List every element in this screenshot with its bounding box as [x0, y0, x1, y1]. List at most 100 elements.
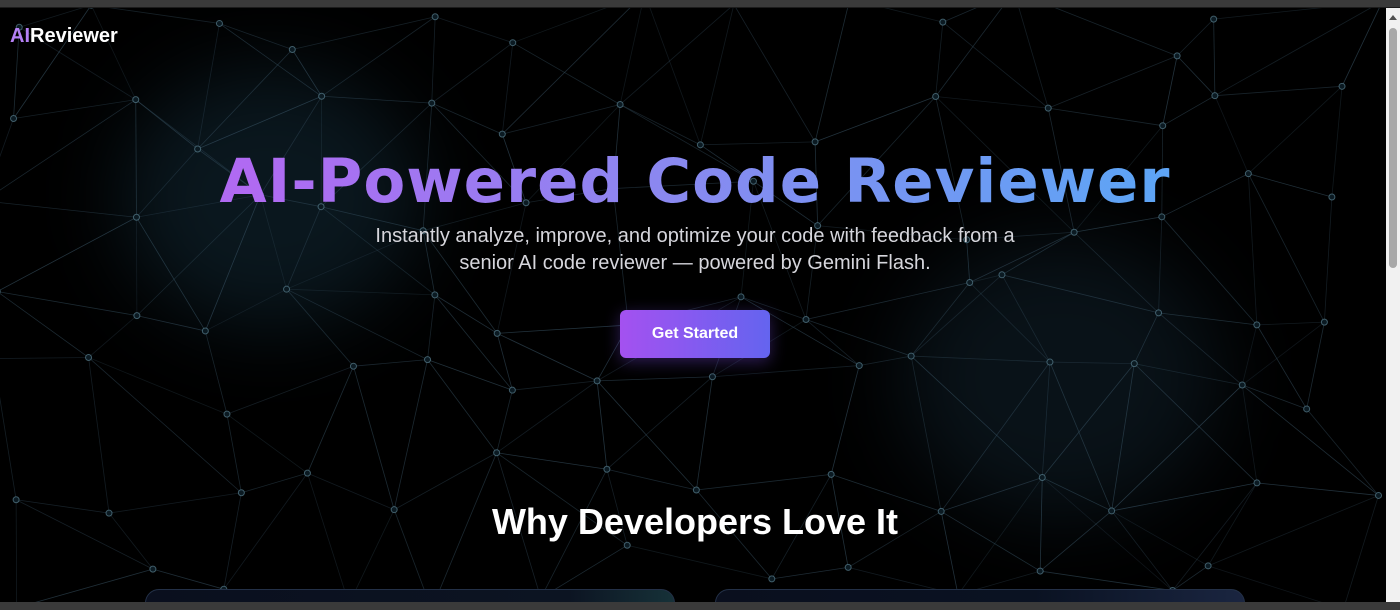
network-line — [1158, 312, 1257, 326]
network-line — [292, 16, 436, 50]
network-line — [88, 357, 228, 415]
network-line — [649, 8, 701, 145]
network-node — [939, 18, 947, 26]
network-node — [593, 377, 601, 385]
network-line — [512, 380, 598, 391]
network-line — [1213, 8, 1323, 20]
network-line — [427, 294, 436, 360]
network-line — [307, 366, 354, 474]
network-line — [1256, 324, 1308, 410]
network-node — [85, 353, 93, 361]
scrollbar-thumb[interactable] — [1389, 28, 1397, 268]
network-line — [619, 104, 701, 146]
network-node — [768, 575, 776, 583]
network-line — [596, 380, 608, 470]
network-node — [1036, 567, 1044, 575]
network-node — [1159, 122, 1167, 130]
network-line — [1048, 107, 1163, 127]
network-line — [13, 99, 136, 119]
network-line — [353, 359, 428, 367]
network-line — [286, 288, 354, 367]
network-node — [737, 293, 745, 301]
network-line — [286, 288, 428, 361]
network-line — [859, 355, 912, 366]
network-node — [10, 115, 18, 123]
logo[interactable]: AIReviewer — [10, 25, 118, 48]
network-node — [692, 486, 700, 494]
network-node — [1238, 381, 1246, 389]
network-line — [1256, 321, 1325, 326]
network-line — [435, 16, 513, 44]
network-line — [935, 8, 1003, 97]
network-node — [616, 101, 624, 109]
hero-title: AI-Powered Code Reviewer — [0, 146, 1386, 217]
network-node — [223, 410, 231, 418]
network-line — [0, 293, 89, 358]
feature-card — [715, 589, 1245, 602]
feature-card — [145, 589, 675, 602]
network-line — [0, 357, 89, 359]
network-line — [814, 8, 848, 142]
network-line — [619, 8, 642, 105]
network-node — [932, 93, 940, 101]
network-line — [1111, 363, 1135, 511]
network-node — [498, 130, 506, 138]
network-node — [1046, 358, 1054, 366]
network-line — [884, 8, 943, 23]
network-node — [966, 279, 974, 287]
network-line — [241, 472, 308, 494]
network-line — [1176, 55, 1216, 96]
network-line — [695, 376, 713, 491]
network-node — [149, 565, 157, 573]
vertical-scrollbar[interactable] — [1386, 8, 1400, 602]
network-line — [1049, 361, 1112, 512]
network-line — [1176, 18, 1214, 57]
network-line — [0, 396, 17, 500]
network-node — [132, 96, 140, 104]
network-line — [502, 8, 631, 135]
hero-subtitle-line: Instantly analyze, improve, and optimize… — [375, 225, 1015, 247]
network-node — [855, 362, 863, 370]
network-line — [427, 359, 497, 454]
get-started-button[interactable]: Get Started — [620, 310, 770, 358]
network-node — [708, 373, 716, 381]
network-line — [35, 568, 153, 602]
network-line — [1306, 408, 1379, 496]
network-node — [424, 356, 432, 364]
scroll-up-arrow-icon[interactable] — [1389, 15, 1397, 20]
network-line — [805, 319, 912, 357]
network-line — [0, 291, 137, 317]
network-line — [321, 95, 432, 104]
network-line — [771, 567, 849, 580]
network-line — [735, 8, 816, 143]
network-node — [1038, 474, 1046, 482]
browser-top-bar — [0, 0, 1400, 8]
network-line — [108, 8, 220, 24]
network-node — [1338, 82, 1346, 90]
network-line — [197, 95, 322, 150]
network-line — [204, 330, 228, 415]
network-line — [830, 365, 860, 475]
network-line — [1111, 384, 1243, 512]
logo-prefix: AI — [10, 25, 30, 47]
network-node — [1211, 92, 1219, 100]
network-node — [907, 352, 915, 360]
network-node — [827, 470, 835, 478]
network-line — [712, 365, 860, 378]
network-line — [1256, 482, 1379, 496]
network-node — [1173, 52, 1181, 60]
network-line — [1241, 321, 1325, 386]
network-line — [911, 355, 1050, 363]
network-line — [935, 22, 944, 97]
network-line — [226, 413, 308, 474]
network-node — [288, 46, 296, 54]
network-line — [431, 16, 436, 104]
network-node — [1210, 15, 1218, 23]
network-line — [1213, 19, 1216, 96]
network-node — [318, 92, 326, 100]
network-line — [699, 8, 734, 145]
network-line — [910, 274, 1003, 357]
network-node — [431, 13, 439, 21]
network-line — [1134, 363, 1243, 386]
network-line — [431, 102, 503, 135]
